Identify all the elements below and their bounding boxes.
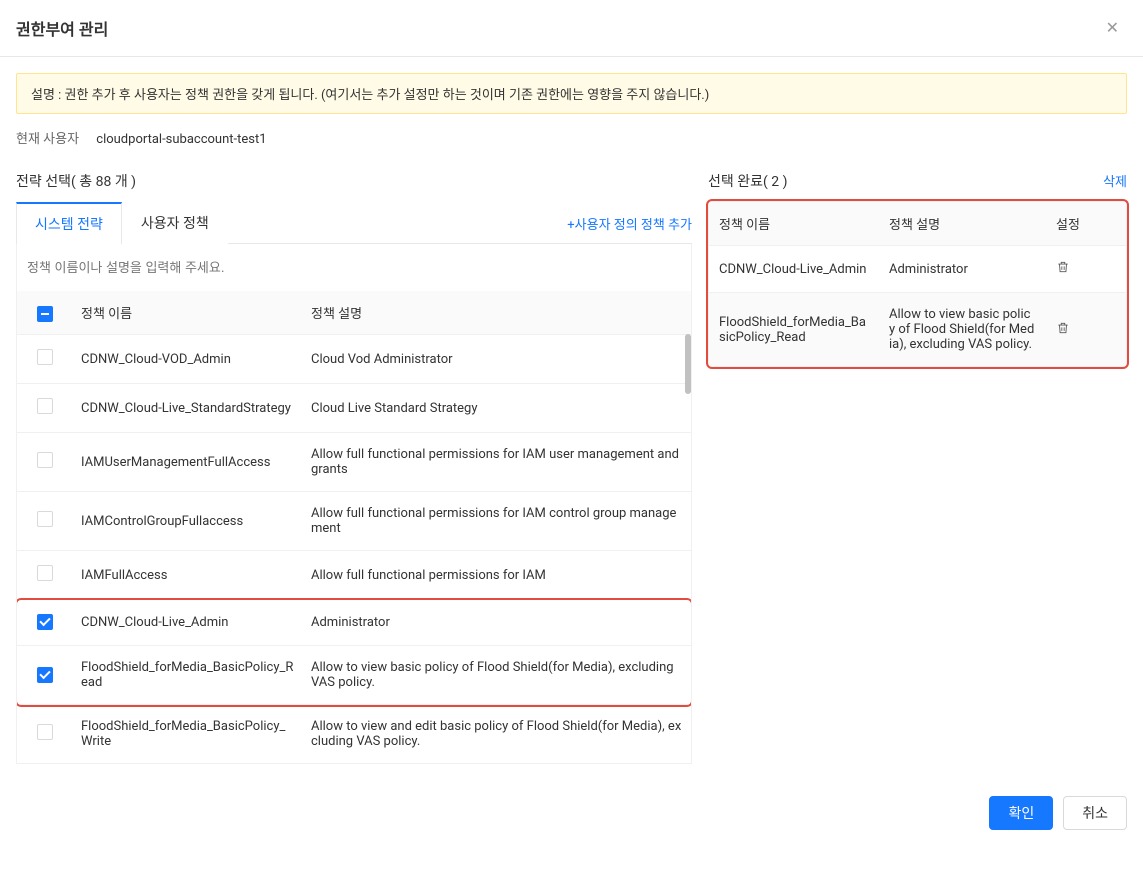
right-table-wrap: 정책 이름 정책 설명 설정 CDNW_Cloud-Live_AdminAdmi… [708,201,1127,367]
right-panel-title: 선택 완료( 2 ) [708,171,787,191]
right-panel: 선택 완료( 2 ) 삭제 정책 이름 정책 설명 설정 CDNW_Cloud-… [708,171,1127,367]
table-row: CDNW_Cloud-Live_StandardStrategyCloud Li… [17,384,691,433]
policy-desc: Allow full functional permissions for IA… [303,433,691,492]
right-header-desc: 정책 설명 [879,202,1046,246]
confirm-button[interactable]: 확인 [989,796,1053,830]
modal-title: 권한부여 관리 [16,16,108,40]
row-checkbox[interactable] [37,667,53,683]
policy-name: IAMFullAccess [73,551,303,600]
right-header-set: 설정 [1046,202,1126,246]
left-table-wrap: 정책 이름 정책 설명 CDNW_Cloud-VOD_AdminCloud Vo… [16,244,692,764]
trash-icon[interactable] [1056,321,1070,335]
left-header-desc: 정책 설명 [303,291,691,334]
policy-desc: Administrator [879,246,1046,293]
modal-header: 권한부여 관리 ✕ [0,0,1143,57]
columns: 전략 선택( 총 88 개 ) 시스템 전략 사용자 정책 +사용자 정의 정책… [16,171,1127,764]
table-row: CDNW_Cloud-VOD_AdminCloud Vod Administra… [17,335,691,384]
table-row: IAMFullAccessAllow full functional permi… [17,551,691,600]
policy-desc: Allow to view and edit basic policy of F… [303,705,691,764]
policy-name: FloodShield_forMedia_BasicPolicy_Read [709,293,879,367]
right-table: 정책 이름 정책 설명 설정 CDNW_Cloud-Live_AdminAdmi… [709,202,1126,366]
selected-rows-highlight: CDNW_Cloud-Live_AdminAdministratorFloodS… [17,600,691,705]
policy-desc: Administrator [303,600,691,646]
table-row: CDNW_Cloud-Live_AdminAdministrator [17,600,691,646]
table-row: FloodShield_forMedia_BasicPolicy_ReadAll… [709,293,1126,367]
policy-desc: Cloud Vod Administrator [303,335,691,384]
policy-name: CDNW_Cloud-Live_Admin [709,246,879,293]
cancel-button[interactable]: 취소 [1063,796,1127,830]
current-user-value: cloudportal-subaccount-test1 [96,132,266,147]
search-input[interactable] [17,254,691,281]
policy-name: CDNW_Cloud-VOD_Admin [73,335,303,384]
tab-user-policy[interactable]: 사용자 정책 [122,202,228,244]
row-checkbox[interactable] [37,452,53,468]
info-banner: 설명 : 권한 추가 후 사용자는 정책 권한을 갖게 됩니다. (여기서는 추… [16,73,1127,114]
policy-name: FloodShield_forMedia_BasicPolicy_Write [73,705,303,764]
tab-system-strategy[interactable]: 시스템 전략 [16,202,122,244]
table-row: IAMUserManagementFullAccessAllow full fu… [17,433,691,492]
policy-desc: Allow full functional permissions for IA… [303,551,691,600]
scrollbar-thumb[interactable] [685,334,691,394]
row-checkbox[interactable] [37,349,53,365]
row-checkbox[interactable] [37,398,53,414]
row-checkbox[interactable] [37,724,53,740]
add-custom-policy-link[interactable]: +사용자 정의 정책 추가 [567,214,692,243]
table-row: IAMControlGroupFullaccessAllow full func… [17,492,691,551]
delete-all-link[interactable]: 삭제 [1103,171,1127,190]
trash-icon[interactable] [1056,260,1070,274]
policy-name: IAMUserManagementFullAccess [73,433,303,492]
current-user-label: 현재 사용자 [16,132,79,147]
table-row: FloodShield_forMedia_BasicPolicy_WriteAl… [17,705,691,764]
current-user-row: 현재 사용자 cloudportal-subaccount-test1 [16,128,1127,147]
tabs-row: 시스템 전략 사용자 정책 +사용자 정의 정책 추가 [16,201,692,244]
left-panel: 전략 선택( 총 88 개 ) 시스템 전략 사용자 정책 +사용자 정의 정책… [16,171,692,764]
policy-desc: Allow full functional permissions for IA… [303,492,691,551]
modal-footer: 확인 취소 [0,780,1143,846]
modal: 권한부여 관리 ✕ 설명 : 권한 추가 후 사용자는 정책 권한을 갖게 됩니… [0,0,1143,846]
close-icon[interactable]: ✕ [1106,18,1119,38]
policy-desc: Allow to view basic policy of Flood Shie… [303,646,691,705]
table-row: CDNW_Cloud-Live_AdminAdministrator [709,246,1126,293]
policy-name: IAMControlGroupFullaccess [73,492,303,551]
right-header-name: 정책 이름 [709,202,879,246]
policy-name: CDNW_Cloud-Live_Admin [73,600,303,646]
left-panel-title: 전략 선택( 총 88 개 ) [16,171,136,191]
policy-desc: Allow to view basic policy of Flood Shie… [879,293,1046,367]
row-checkbox[interactable] [37,511,53,527]
policy-desc: Cloud Live Standard Strategy [303,384,691,433]
policy-name: CDNW_Cloud-Live_StandardStrategy [73,384,303,433]
left-header-name: 정책 이름 [73,291,303,334]
select-all-checkbox[interactable] [37,306,53,322]
table-row: FloodShield_forMedia_BasicPolicy_ReadAll… [17,646,691,705]
policy-name: FloodShield_forMedia_BasicPolicy_Read [73,646,303,705]
modal-body: 설명 : 권한 추가 후 사용자는 정책 권한을 갖게 됩니다. (여기서는 추… [0,57,1143,780]
row-checkbox[interactable] [37,565,53,581]
left-table: 정책 이름 정책 설명 [17,291,691,334]
row-checkbox[interactable] [37,614,53,630]
